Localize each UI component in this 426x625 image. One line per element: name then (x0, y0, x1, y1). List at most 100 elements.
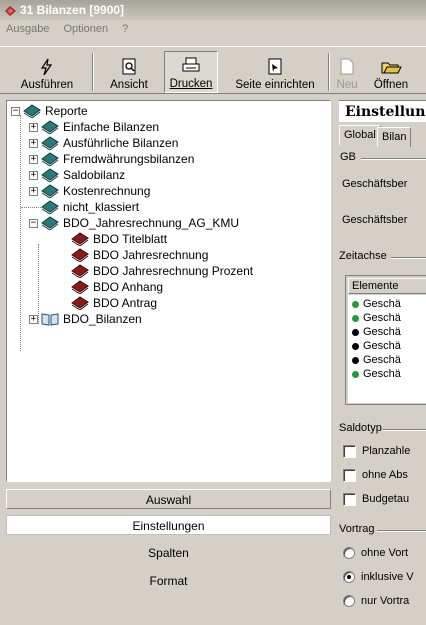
tree-node[interactable]: + Saldobilanz (29, 167, 125, 183)
list-item[interactable]: Geschä (352, 325, 401, 339)
status-dot-icon (352, 342, 359, 350)
group-divider (383, 429, 426, 431)
page-setup-label: Seite einrichten (235, 79, 315, 91)
new-document-icon (340, 58, 354, 75)
view-button[interactable]: Ansicht (100, 51, 158, 93)
tree-node-bdo-jahresrechnung[interactable]: − BDO_Jahresrechnung_AG_KMU (29, 215, 239, 231)
tree-leaf[interactable]: BDO Jahresrechnung Prozent (71, 263, 253, 279)
checkbox-planzahlen[interactable]: Planzahle (343, 443, 410, 459)
tree-node-reporte[interactable]: − Reporte (11, 103, 88, 119)
tree-node[interactable]: + Ausführliche Bilanzen (29, 135, 178, 151)
checkbox[interactable] (343, 468, 356, 482)
nav-item-spalten[interactable]: Spalten (6, 543, 331, 563)
red-book-icon (71, 264, 89, 278)
tab-global[interactable]: Global (339, 125, 381, 145)
expand-icon[interactable]: + (29, 186, 38, 196)
open-book-icon (41, 313, 59, 326)
run-label: Ausführen (20, 79, 74, 91)
tree-label: BDO_Jahresrechnung_AG_KMU (63, 216, 240, 230)
red-book-icon (71, 248, 89, 262)
printer-icon (182, 57, 200, 72)
tree-leaf[interactable]: BDO Jahresrechnung (71, 247, 208, 263)
checkbox-ohne-abschluss[interactable]: ohne Abs (343, 467, 408, 483)
status-dot-icon (352, 370, 359, 378)
menu-bar: Ausgabe Optionen ? (0, 20, 426, 38)
radio-inklusive-vortrag[interactable]: inklusive V (343, 569, 414, 585)
expand-icon[interactable]: + (29, 170, 38, 180)
tree-label: BDO Jahresrechnung (93, 248, 209, 262)
radio-button[interactable] (343, 547, 355, 559)
tree-leaf[interactable]: BDO Anhang (71, 279, 163, 295)
list-item[interactable]: Geschä (352, 297, 401, 311)
tree-node[interactable]: + Fremdwährungsbilanzen (29, 151, 194, 167)
checkbox[interactable] (343, 444, 356, 458)
new-button[interactable]: Neu (332, 51, 362, 93)
list-item[interactable]: Geschä (352, 353, 401, 367)
tab-bilanz[interactable]: Bilan (377, 127, 412, 147)
tree-node[interactable]: + Einfache Bilanzen (29, 119, 159, 135)
app-icon (5, 5, 16, 16)
tree-leaf[interactable]: BDO Antrag (71, 295, 157, 311)
books-icon (41, 200, 59, 214)
tree-label: BDO Jahresrechnung Prozent (93, 264, 254, 278)
toolbar-separator (92, 53, 94, 91)
tree-label: BDO Antrag (93, 296, 158, 310)
nav-item-format[interactable]: Format (6, 571, 331, 591)
radio-button[interactable] (343, 595, 355, 607)
report-tree[interactable]: − Reporte + Einfache Bilanzen + Ausführl… (6, 100, 331, 482)
open-folder-icon (381, 62, 402, 74)
list-item[interactable]: Geschä (352, 311, 401, 325)
list-header[interactable]: Elemente (348, 278, 426, 294)
tree-node[interactable]: + BDO_Bilanzen (29, 311, 142, 327)
tree-node[interactable]: nicht_klassiert (41, 199, 139, 215)
radio-nur-vortrag[interactable]: nur Vortra (343, 593, 409, 609)
label-geschaeftsbereich-2: Geschäftsber (342, 214, 408, 226)
expand-icon[interactable]: + (29, 122, 38, 132)
radio-button[interactable] (343, 571, 355, 583)
page-setup-button[interactable]: Seite einrichten (226, 51, 324, 93)
settings-panel: Einstellun Global Bilan GB Geschäftsber … (339, 100, 426, 625)
new-label: Neu (336, 79, 358, 91)
books-icon (23, 104, 41, 118)
books-icon (41, 152, 59, 166)
nav-item-einstellungen[interactable]: Einstellungen (6, 515, 331, 535)
run-button[interactable]: Ausführen (8, 51, 86, 93)
collapse-icon[interactable]: − (11, 106, 20, 116)
tree-label: nicht_klassiert (63, 200, 140, 214)
title-bar: 31 Bilanzen [9900] (0, 0, 426, 20)
list-area[interactable]: Geschä Geschä Geschä Geschä Geschä Gesch… (348, 295, 426, 403)
radio-ohne-vortrag[interactable]: ohne Vort (343, 545, 408, 561)
tree-label: BDO Anhang (93, 280, 164, 294)
open-button[interactable]: Öffnen (368, 51, 414, 93)
nav-header-auswahl[interactable]: Auswahl (6, 489, 331, 509)
label-geschaeftsbereich-1: Geschäftsber (342, 178, 408, 190)
menu-optionen[interactable]: Optionen (61, 23, 110, 35)
books-icon (41, 136, 59, 150)
expand-icon[interactable]: + (29, 154, 38, 164)
tree-leaf[interactable]: BDO Titelblatt (71, 231, 167, 247)
group-divider (361, 158, 426, 160)
group-zeitachse: Zeitachse (339, 250, 387, 262)
menu-ausgabe[interactable]: Ausgabe (4, 23, 51, 35)
menu-help[interactable]: ? (120, 23, 130, 35)
elements-list[interactable]: Elemente Geschä Geschä Geschä Geschä Ges… (345, 275, 426, 405)
checkbox[interactable] (343, 492, 356, 506)
status-dot-icon (352, 314, 359, 322)
books-icon (41, 184, 59, 198)
list-item[interactable]: Geschä (352, 339, 401, 353)
page-setup-icon (268, 58, 282, 75)
status-dot-icon (352, 328, 359, 336)
list-item[interactable]: Geschä (352, 367, 401, 381)
open-label: Öffnen (373, 79, 409, 91)
tree-label: Einfache Bilanzen (63, 120, 160, 134)
toolbar: Ausführen Ansicht Drucken Seite einricht… (0, 46, 426, 94)
tree-node[interactable]: + Kostenrechnung (29, 183, 150, 199)
collapse-icon[interactable]: − (29, 218, 38, 228)
print-button[interactable]: Drucken (164, 51, 218, 93)
tree-label: Fremdwährungsbilanzen (63, 152, 195, 166)
group-vortrag: Vortrag (339, 523, 375, 535)
group-saldotyp: Saldotyp (339, 422, 382, 434)
checkbox-budget[interactable]: Budgetau (343, 491, 409, 507)
expand-icon[interactable]: + (29, 138, 38, 148)
expand-icon[interactable]: + (29, 314, 38, 324)
